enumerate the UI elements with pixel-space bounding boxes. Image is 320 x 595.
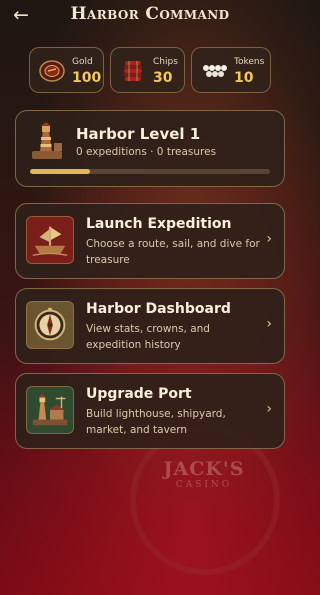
level-progress-fill [30,169,90,174]
chevron-right-icon: › [266,231,272,247]
lighthouse-icon [32,122,62,159]
brand-sub: CASINO [175,480,233,490]
background-brand-logo: JACK'S CASINO [148,458,260,490]
gold-stat: Gold 100 [29,47,104,93]
menu-title: Launch Expedition [86,216,232,232]
compass-icon [26,301,74,349]
level-subtitle: 0 expeditions · 0 treasures [76,146,217,158]
pearl-tokens-icon [203,65,227,77]
menu-description: Choose a route, sail, and dive for treas… [86,238,260,266]
stat-label: Gold [72,57,93,67]
menu-description: Build lighthouse, shipyard, market, and … [86,408,226,436]
level-title: Harbor Level 1 [76,125,201,143]
upgrade-port-card[interactable]: Upgrade Port Build lighthouse, shipyard,… [15,373,285,449]
page-title: Harbor Command [70,4,230,24]
tokens-stat: Tokens 10 [191,47,271,93]
port-icon [26,386,74,434]
harbor-level-card: Harbor Level 1 0 expeditions · 0 treasur… [15,110,285,187]
menu-title: Harbor Dashboard [86,301,231,317]
chevron-right-icon: › [266,316,272,332]
brand-name: JACK'S [163,458,245,480]
stat-label: Chips [153,57,178,67]
chip-stack-icon [124,61,142,81]
launch-expedition-card[interactable]: Launch Expedition Choose a route, sail, … [15,203,285,279]
stat-value: 100 [72,70,102,86]
menu-description: View stats, crowns, and expedition histo… [86,323,210,351]
stat-label: Tokens [234,57,265,67]
gold-coin-icon [39,60,65,82]
menu-title: Upgrade Port [86,386,192,402]
chevron-right-icon: › [266,401,272,417]
ship-icon [26,216,74,264]
chips-stat: Chips 30 [110,47,185,93]
stat-value: 10 [234,70,254,86]
stat-value: 30 [153,70,173,86]
level-progress-bar [30,169,270,174]
top-bar: ← Harbor Command [0,0,300,30]
harbor-dashboard-card[interactable]: Harbor Dashboard View stats, crowns, and… [15,288,285,364]
